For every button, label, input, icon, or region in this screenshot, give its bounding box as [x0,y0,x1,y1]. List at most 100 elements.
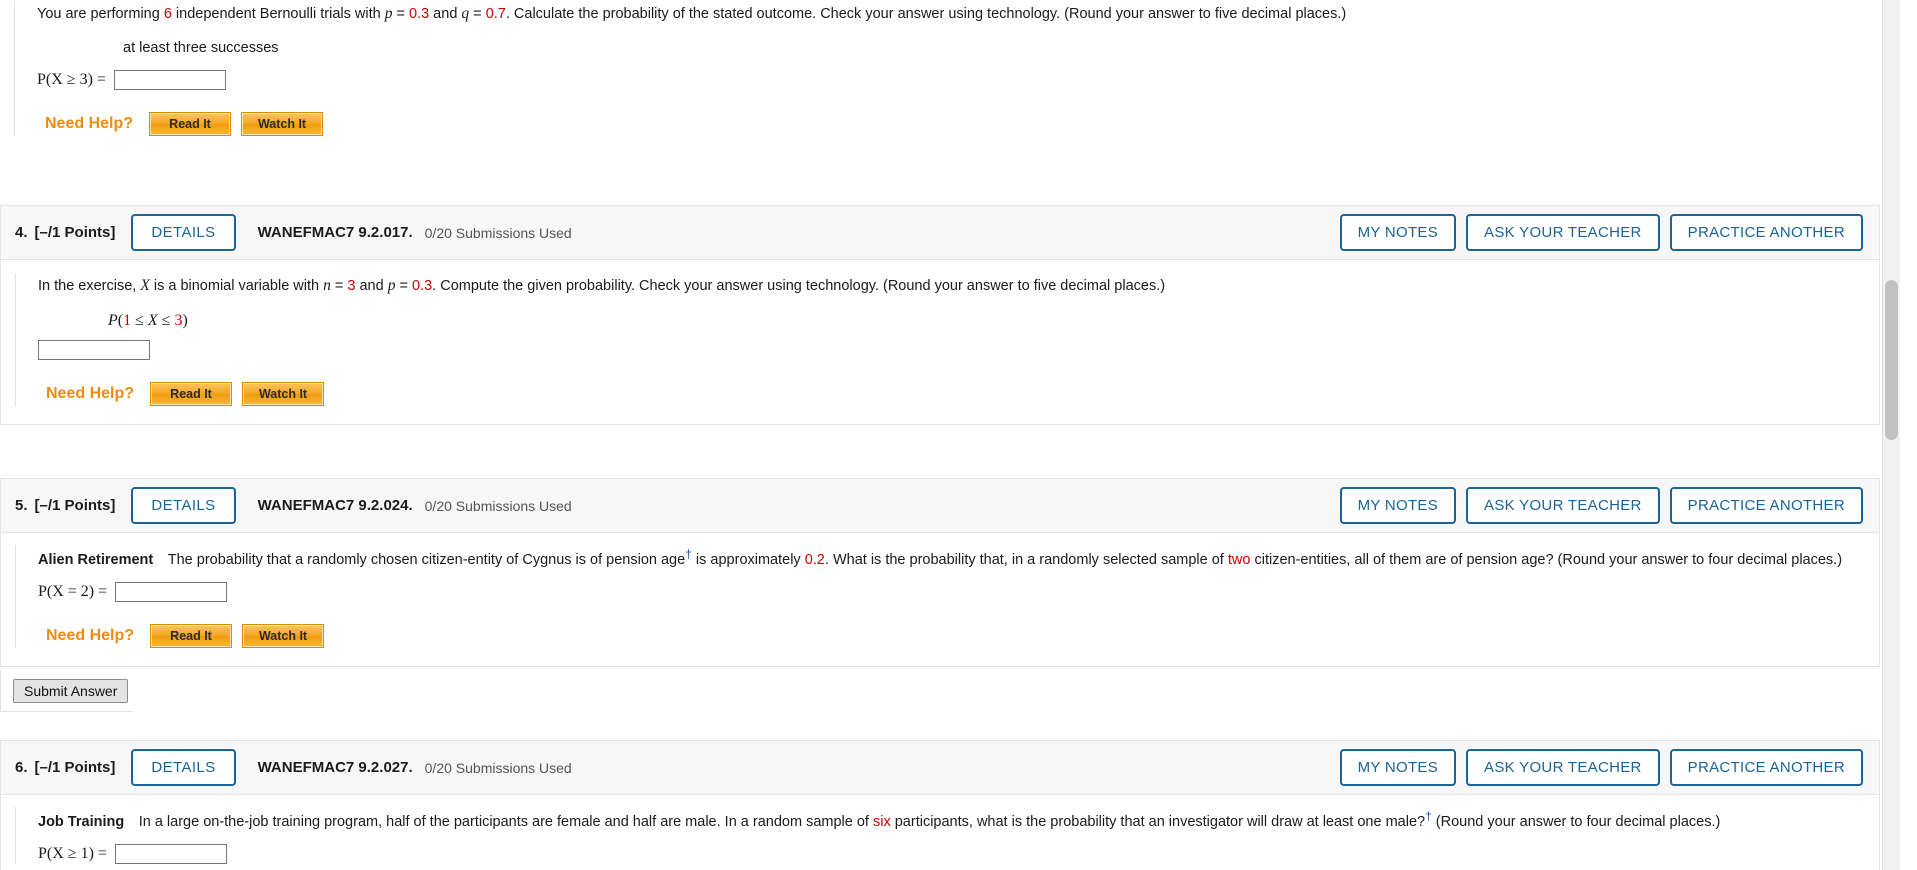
question-5-submit-area: Submit Answer [0,667,1880,712]
question-5-answer-label: P(X = 2) = [38,582,108,600]
question-4-card: 4. [–/1 Points] DETAILS WANEFMAC7 9.2.01… [0,205,1880,425]
formula-value: 1 [123,311,132,329]
prompt-text: = [330,278,348,294]
question-6-prompt: Job Training In a large on-the-job train… [38,807,1861,834]
question-6-number: 6. [15,759,28,776]
need-help-label: Need Help? [46,626,135,644]
question-6-answer-input[interactable] [114,843,227,864]
question-5-ask-teacher-button[interactable]: ASK YOUR TEACHER [1466,487,1660,524]
question-5-details-button[interactable]: DETAILS [131,487,236,524]
question-4-need-help: Need Help? Read It Watch It [46,381,1861,406]
question-block-5: 5. [–/1 Points] DETAILS WANEFMAC7 9.2.02… [0,478,1880,712]
question-5-code: WANEFMAC7 9.2.024. [257,497,413,514]
prompt-text: = [392,6,409,22]
question-4-header: 4. [–/1 Points] DETAILS WANEFMAC7 9.2.01… [1,206,1879,260]
question-3-need-help: Need Help? Read It Watch It [45,111,1862,136]
question-3-content: You are performing 6 independent Bernoul… [14,2,1862,136]
submit-answer-row: Submit Answer [0,670,133,712]
need-help-label: Need Help? [45,114,134,132]
read-it-button[interactable]: Read It [150,381,233,406]
prompt-text: . Calculate the probability of the state… [505,6,1347,22]
watch-it-button[interactable]: Watch It [242,623,325,648]
submit-answer-button[interactable]: Submit Answer [13,678,129,703]
prompt-lead: Alien Retirement [38,551,168,568]
question-6-card: 6. [–/1 Points] DETAILS WANEFMAC7 9.2.02… [0,740,1880,870]
read-it-button[interactable]: Read It [149,111,232,136]
question-6-my-notes-button[interactable]: MY NOTES [1339,749,1457,786]
question-5-prompt: Alien Retirement The probability that a … [38,545,1861,572]
question-6-body: Job Training In a large on-the-job train… [1,795,1879,870]
question-3-answer-label: P(X ≥ 3) = [37,70,106,88]
prompt-value: two [1227,551,1251,568]
assignment-page: You are performing 6 independent Bernoul… [0,0,1900,870]
question-3-subprompt: at least three successes [123,39,279,56]
scrollbar-thumb[interactable] [1885,280,1898,440]
footnote-dagger-icon: † [685,547,692,561]
question-4-answer-input[interactable] [38,339,150,360]
question-6-practice-another-button[interactable]: PRACTICE ANOTHER [1669,749,1863,786]
prompt-text: In a large on-the-job training program, … [138,813,873,830]
vertical-scrollbar[interactable] [1882,0,1900,870]
question-6-answer-label: P(X ≥ 1) = [38,844,107,862]
prompt-text: In the exercise, [38,278,141,294]
question-5-answer-row: P(X = 2) = [38,581,1861,602]
question-5-answer-input[interactable] [115,581,228,602]
question-3-answer-row: P(X ≥ 3) = [37,69,1862,90]
prompt-text: (Round your answer to four decimal place… [1431,813,1721,830]
need-help-label: Need Help? [46,384,135,402]
question-5-practice-another-button[interactable]: PRACTICE ANOTHER [1669,487,1863,524]
question-4-actions: MY NOTES ASK YOUR TEACHER PRACTICE ANOTH… [1339,214,1863,251]
prompt-text: = [469,6,486,22]
formula-variable: X [147,311,158,329]
prompt-variable: X [140,277,150,294]
watch-it-button[interactable]: Watch It [241,111,324,136]
prompt-text: is a binomial variable with [149,278,324,294]
read-it-button[interactable]: Read It [150,623,233,648]
question-5-need-help: Need Help? Read It Watch It [46,623,1861,648]
prompt-text: The probability that a randomly chosen c… [167,551,686,568]
question-5-my-notes-button[interactable]: MY NOTES [1339,487,1457,524]
question-6-content: Job Training In a large on-the-job train… [15,807,1861,864]
question-5-content: Alien Retirement The probability that a … [15,545,1861,648]
question-3-prompt: You are performing 6 independent Bernoul… [37,2,1862,26]
question-6-points: [–/1 Points] [34,759,116,776]
formula-variable: P [108,311,118,329]
prompt-text: . What is the probability that, in a ran… [824,551,1228,568]
footnote-dagger-icon: † [1425,809,1432,823]
prompt-value: 0.3 [412,278,433,294]
prompt-value: six [872,813,891,830]
prompt-text: citizen-entities, all of them are of pen… [1250,551,1843,568]
prompt-value: 0.3 [408,6,430,22]
prompt-lead: Job Training [38,813,139,830]
question-4-practice-another-button[interactable]: PRACTICE ANOTHER [1669,214,1863,251]
prompt-text: participants, what is the probability th… [890,813,1426,830]
question-6-ask-teacher-button[interactable]: ASK YOUR TEACHER [1466,749,1660,786]
question-4-number: 4. [15,224,28,241]
prompt-value: 0.2 [804,551,825,568]
question-3-answer-input[interactable] [113,69,226,90]
prompt-text: and [429,6,462,22]
question-4-prompt: In the exercise, X is a binomial variabl… [38,274,1861,298]
question-6-header: 6. [–/1 Points] DETAILS WANEFMAC7 9.2.02… [1,741,1879,795]
question-4-details-button[interactable]: DETAILS [131,214,236,251]
prompt-text: = [395,278,412,294]
question-5-body: Alien Retirement The probability that a … [1,533,1879,666]
watch-it-button[interactable]: Watch It [242,381,325,406]
prompt-value: 6 [163,6,172,22]
prompt-text: . Compute the given probability. Check y… [432,278,1166,294]
question-4-my-notes-button[interactable]: MY NOTES [1339,214,1457,251]
formula-symbol: ) [182,311,188,329]
question-4-formula: P(1 ≤ X ≤ 3) [108,312,188,330]
question-6-submissions: 0/20 Submissions Used [424,759,572,776]
question-6-code: WANEFMAC7 9.2.027. [257,759,413,776]
question-4-ask-teacher-button[interactable]: ASK YOUR TEACHER [1466,214,1660,251]
question-block-6: 6. [–/1 Points] DETAILS WANEFMAC7 9.2.02… [0,740,1880,870]
question-5-actions: MY NOTES ASK YOUR TEACHER PRACTICE ANOTH… [1339,487,1863,524]
question-5-card: 5. [–/1 Points] DETAILS WANEFMAC7 9.2.02… [0,478,1880,667]
question-4-points: [–/1 Points] [34,224,116,241]
prompt-variable: n [323,277,331,294]
question-6-details-button[interactable]: DETAILS [131,749,236,786]
question-4-formula-row: P(1 ≤ X ≤ 3) [108,312,1861,330]
question-6-answer-row: P(X ≥ 1) = [38,843,1861,864]
question-4-submissions: 0/20 Submissions Used [424,224,572,241]
